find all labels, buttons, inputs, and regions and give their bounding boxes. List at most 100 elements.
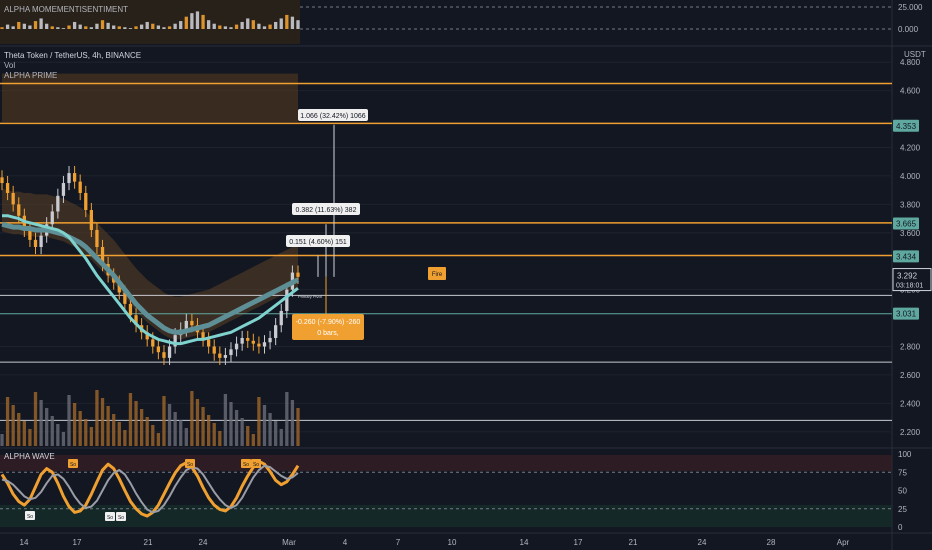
time-tick-label: 10 [448, 538, 457, 547]
momentum-bar [106, 22, 110, 29]
candle-body [218, 353, 222, 358]
momentum-bar [251, 20, 255, 29]
momentum-bar [262, 26, 267, 29]
momentum-bar [212, 23, 216, 29]
volume-bar [262, 405, 267, 446]
wave-tick-label: 50 [898, 487, 907, 496]
volume-bar [100, 398, 105, 446]
volume-bar [234, 410, 239, 446]
candle-body [84, 192, 88, 211]
momentum-bar [61, 28, 66, 29]
volume-bar [56, 424, 60, 446]
momentum-bar [296, 20, 300, 29]
volume-bar [229, 402, 233, 446]
price-tick-label: 2.400 [900, 399, 921, 408]
momentum-bar [84, 26, 88, 29]
measure-151-label: 0.151 (4.60%) 151 [289, 239, 347, 246]
candle-body [234, 343, 239, 350]
momentum-bar [240, 21, 244, 29]
countdown-label: 03:18:01 [896, 283, 923, 290]
volume-bar [11, 405, 15, 446]
momentum-bar [195, 11, 200, 29]
volume-bar [173, 412, 177, 446]
volume-bar [106, 406, 110, 446]
volume-bar [95, 390, 99, 446]
volume-bar [218, 431, 222, 446]
volume-bar [17, 413, 21, 446]
momentum-bar [128, 28, 133, 29]
price-badge-label: 3.665 [896, 220, 917, 229]
volume-bar [145, 417, 149, 446]
time-tick-label: 21 [144, 538, 153, 547]
momentum-bar [123, 27, 127, 29]
momentum-bar [33, 21, 38, 29]
primary-pivot-label: Primary Pivot [298, 294, 323, 299]
volume-bar [5, 397, 10, 446]
momentum-bar [268, 24, 272, 29]
upper-cloud [2, 73, 298, 122]
candle-body [72, 173, 77, 182]
time-tick-label: 4 [343, 538, 348, 547]
momentum-bar [95, 23, 99, 29]
candle-body [28, 229, 32, 240]
volume-bar [117, 422, 121, 446]
measure-1066-label: 1.066 (32.42%) 1066 [300, 113, 365, 120]
candle-body [240, 337, 244, 344]
momentum-bar [156, 25, 161, 29]
overbought-zone [0, 455, 892, 471]
fire-marker-label: Fire [432, 272, 443, 278]
momentum-bar [257, 23, 261, 29]
candle-body [257, 343, 261, 347]
volume-bar [67, 395, 71, 446]
price-tick-label: 3.800 [900, 200, 921, 209]
candle-body [251, 340, 255, 344]
momentum-bar [39, 18, 43, 29]
volume-bar [206, 415, 211, 446]
current-price-label: 3.292 [897, 272, 918, 281]
volume-bar [89, 427, 94, 446]
momentum-bar [145, 21, 149, 29]
momentum-bar [279, 18, 283, 29]
alpha-prime-indicator-label[interactable]: ALPHA PRIME [4, 71, 57, 80]
momentum-bar [17, 21, 21, 29]
candle-body [279, 310, 283, 326]
momentum-bar [190, 13, 194, 29]
candle-body [17, 204, 21, 216]
trading-chart[interactable]: ALPHA MOMEMENTISENTIMENT 25.000 0.000 1.… [0, 0, 932, 550]
price-tick-label: 4.600 [900, 87, 921, 96]
time-tick-label: 17 [73, 538, 82, 547]
candle-body [229, 349, 233, 356]
candle-body [33, 239, 38, 247]
bottom-panel-title: ALPHA WAVE [4, 452, 55, 461]
volume-bar [123, 430, 127, 446]
volume-bar [268, 413, 272, 446]
candle-body [246, 337, 250, 341]
time-tick-label: 14 [20, 538, 29, 547]
volume-bar [195, 399, 200, 446]
candle-body [296, 272, 300, 277]
candle-body [274, 325, 278, 338]
signal-tag-label: So [243, 462, 249, 468]
volume-bar [28, 429, 32, 446]
volume-bar [190, 391, 194, 446]
momentum-bar [22, 23, 26, 29]
volume-bar [39, 400, 43, 446]
top-panel-title: ALPHA MOMEMENTISENTIMENT [4, 5, 128, 14]
volume-bar [162, 396, 166, 446]
momentum-bar [139, 24, 144, 29]
price-tick-label: 4.000 [900, 172, 921, 181]
momentum-bar [11, 26, 15, 29]
volume-bar [112, 414, 116, 446]
momentum-bar [218, 25, 222, 29]
signal-tag-label: So [253, 462, 259, 468]
volume-bar [33, 392, 38, 446]
volume-bar [50, 416, 54, 446]
volume-bar [240, 418, 244, 446]
momentum-bar [89, 27, 94, 29]
momentum-bar [290, 16, 295, 29]
candle-body [89, 210, 94, 230]
candle-body [61, 183, 66, 196]
wave-tick-label: 0 [898, 523, 903, 532]
volume-bar [285, 392, 289, 446]
volume-indicator-label[interactable]: Vol [4, 61, 15, 70]
